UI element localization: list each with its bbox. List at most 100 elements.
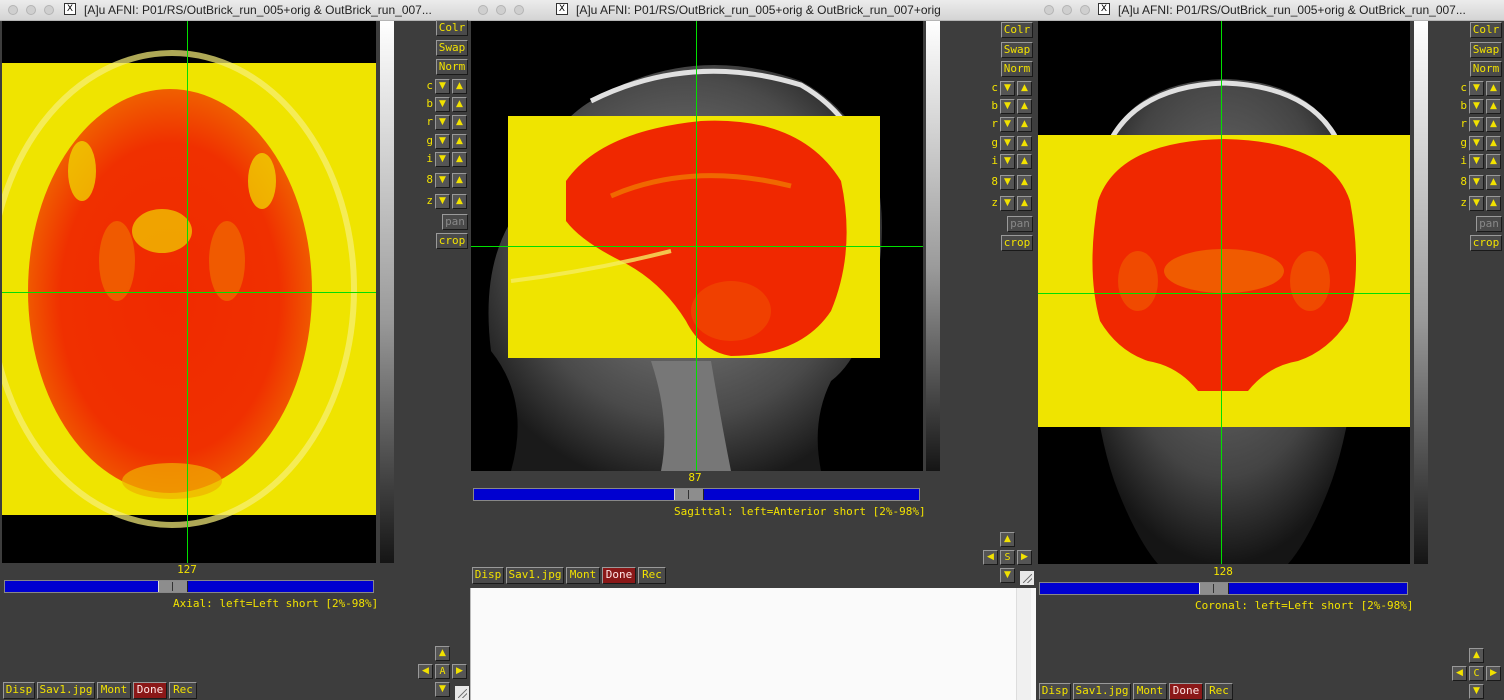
colr-button[interactable]: Colr	[1001, 22, 1033, 38]
crop-button[interactable]: crop	[1470, 235, 1502, 251]
nav-right-arrow-icon[interactable]: ▶	[1486, 666, 1501, 681]
r-down-arrow-icon[interactable]: ▼	[1469, 117, 1484, 132]
orient-button[interactable]: C	[1469, 666, 1484, 681]
b-up-arrow-icon[interactable]: ▲	[1017, 99, 1032, 114]
nav-right-arrow-icon[interactable]: ▶	[452, 664, 467, 679]
title-bar[interactable]: X [A]u AFNI: P01/RS/OutBrick_run_005+ori…	[470, 0, 1036, 21]
z-up-arrow-icon[interactable]: ▲	[1486, 196, 1501, 211]
slice-slider[interactable]	[4, 580, 374, 593]
8-down-arrow-icon[interactable]: ▼	[1000, 175, 1015, 190]
crop-button[interactable]: crop	[436, 233, 468, 249]
colr-button[interactable]: Colr	[436, 20, 468, 36]
slice-slider-thumb[interactable]	[674, 489, 704, 500]
slice-slider-thumb[interactable]	[158, 581, 188, 592]
g-up-arrow-icon[interactable]: ▲	[1486, 136, 1501, 151]
nav-left-arrow-icon[interactable]: ◀	[418, 664, 433, 679]
8-up-arrow-icon[interactable]: ▲	[452, 173, 467, 188]
nav-up-arrow-icon[interactable]: ▲	[1000, 532, 1015, 547]
rec-button[interactable]: Rec	[1205, 683, 1233, 700]
sagittal-image-view[interactable]	[471, 21, 923, 471]
8-up-arrow-icon[interactable]: ▲	[1486, 175, 1501, 190]
i-up-arrow-icon[interactable]: ▲	[1017, 154, 1032, 169]
z-up-arrow-icon[interactable]: ▲	[452, 194, 467, 209]
norm-button[interactable]: Norm	[1470, 61, 1502, 77]
minimize-window-button[interactable]	[1062, 5, 1072, 15]
nav-down-arrow-icon[interactable]: ▼	[435, 682, 450, 697]
g-down-arrow-icon[interactable]: ▼	[435, 134, 450, 149]
orient-button[interactable]: S	[1000, 550, 1015, 565]
close-window-button[interactable]	[1044, 5, 1054, 15]
slice-slider[interactable]	[473, 488, 920, 501]
minimize-window-button[interactable]	[496, 5, 506, 15]
r-down-arrow-icon[interactable]: ▼	[1000, 117, 1015, 132]
nav-right-arrow-icon[interactable]: ▶	[1017, 550, 1032, 565]
r-down-arrow-icon[interactable]: ▼	[435, 115, 450, 130]
g-down-arrow-icon[interactable]: ▼	[1469, 136, 1484, 151]
orient-button[interactable]: A	[435, 664, 450, 679]
z-down-arrow-icon[interactable]: ▼	[435, 194, 450, 209]
zoom-window-button[interactable]	[514, 5, 524, 15]
mont-button[interactable]: Mont	[97, 682, 131, 699]
nav-down-arrow-icon[interactable]: ▼	[1469, 684, 1484, 699]
minimize-window-button[interactable]	[26, 5, 36, 15]
8-down-arrow-icon[interactable]: ▼	[435, 173, 450, 188]
background-window-scrollbar[interactable]	[1016, 588, 1031, 700]
disp-button[interactable]: Disp	[472, 567, 504, 584]
c-down-arrow-icon[interactable]: ▼	[435, 79, 450, 94]
title-bar[interactable]: X [A]u AFNI: P01/RS/OutBrick_run_005+ori…	[0, 0, 470, 21]
coronal-image-view[interactable]	[1038, 21, 1410, 564]
c-down-arrow-icon[interactable]: ▼	[1000, 81, 1015, 96]
b-up-arrow-icon[interactable]: ▲	[1486, 99, 1501, 114]
zoom-window-button[interactable]	[1080, 5, 1090, 15]
8-up-arrow-icon[interactable]: ▲	[1017, 175, 1032, 190]
z-up-arrow-icon[interactable]: ▲	[1017, 196, 1032, 211]
c-down-arrow-icon[interactable]: ▼	[1469, 81, 1484, 96]
close-window-button[interactable]	[8, 5, 18, 15]
nav-up-arrow-icon[interactable]: ▲	[1469, 648, 1484, 663]
mont-button[interactable]: Mont	[1133, 683, 1167, 700]
b-down-arrow-icon[interactable]: ▼	[435, 97, 450, 112]
norm-button[interactable]: Norm	[1001, 61, 1033, 77]
title-bar[interactable]: X [A]u AFNI: P01/RS/OutBrick_run_005+ori…	[1036, 0, 1504, 21]
r-up-arrow-icon[interactable]: ▲	[1486, 117, 1501, 132]
save-button[interactable]: Sav1.jpg	[37, 682, 95, 699]
c-up-arrow-icon[interactable]: ▲	[1486, 81, 1501, 96]
zoom-window-button[interactable]	[44, 5, 54, 15]
nav-up-arrow-icon[interactable]: ▲	[435, 646, 450, 661]
done-button[interactable]: Done	[1169, 683, 1203, 700]
nav-left-arrow-icon[interactable]: ◀	[983, 550, 998, 565]
crop-button[interactable]: crop	[1001, 235, 1033, 251]
swap-button[interactable]: Swap	[1001, 42, 1033, 58]
c-up-arrow-icon[interactable]: ▲	[1017, 81, 1032, 96]
b-up-arrow-icon[interactable]: ▲	[452, 97, 467, 112]
slice-slider-thumb[interactable]	[1199, 583, 1229, 594]
save-button[interactable]: Sav1.jpg	[506, 567, 564, 584]
done-button[interactable]: Done	[602, 567, 636, 584]
i-down-arrow-icon[interactable]: ▼	[1469, 154, 1484, 169]
pan-button[interactable]: pan	[1007, 216, 1033, 232]
8-down-arrow-icon[interactable]: ▼	[1469, 175, 1484, 190]
axial-image-view[interactable]	[2, 21, 376, 563]
colr-button[interactable]: Colr	[1470, 22, 1502, 38]
resize-grip-icon[interactable]	[455, 686, 469, 700]
grayscale-bar[interactable]	[380, 21, 394, 563]
disp-button[interactable]: Disp	[1039, 683, 1071, 700]
swap-button[interactable]: Swap	[1470, 42, 1502, 58]
g-up-arrow-icon[interactable]: ▲	[452, 134, 467, 149]
swap-button[interactable]: Swap	[436, 40, 468, 56]
resize-grip-icon[interactable]	[1020, 571, 1034, 585]
grayscale-bar[interactable]	[1414, 21, 1428, 564]
background-window[interactable]	[470, 588, 1037, 700]
r-up-arrow-icon[interactable]: ▲	[452, 115, 467, 130]
g-down-arrow-icon[interactable]: ▼	[1000, 136, 1015, 151]
mont-button[interactable]: Mont	[566, 567, 600, 584]
norm-button[interactable]: Norm	[436, 59, 468, 75]
r-up-arrow-icon[interactable]: ▲	[1017, 117, 1032, 132]
done-button[interactable]: Done	[133, 682, 167, 699]
pan-button[interactable]: pan	[442, 214, 468, 230]
i-down-arrow-icon[interactable]: ▼	[435, 152, 450, 167]
grayscale-bar[interactable]	[926, 21, 940, 471]
close-window-button[interactable]	[478, 5, 488, 15]
nav-left-arrow-icon[interactable]: ◀	[1452, 666, 1467, 681]
i-down-arrow-icon[interactable]: ▼	[1000, 154, 1015, 169]
